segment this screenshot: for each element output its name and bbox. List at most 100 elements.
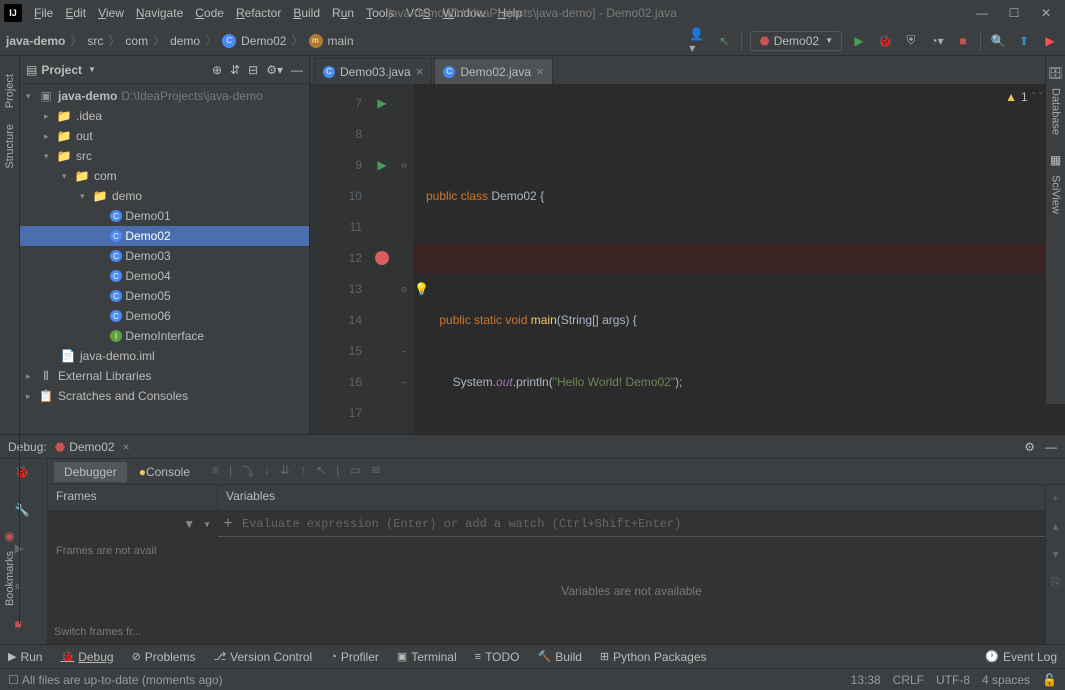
debug-gear-icon[interactable]: ⚙ — [1024, 440, 1035, 454]
pane-dropdown[interactable]: ▼ — [88, 65, 96, 74]
bc-project[interactable]: java-demo — [6, 34, 65, 48]
tool-terminal[interactable]: ▣ Terminal — [397, 650, 457, 664]
db-tool-icon[interactable]: 🗄 — [1048, 66, 1063, 80]
menu-refactor[interactable]: Refactor — [230, 4, 287, 22]
status-bar: ☐ All files are up-to-date (moments ago)… — [0, 668, 1065, 690]
tool-vcs[interactable]: ⎇ Version Control — [213, 650, 312, 664]
status-eol[interactable]: CRLF — [893, 673, 924, 687]
gear-icon[interactable]: ⚙▾ — [266, 63, 283, 77]
gutter-icons[interactable]: ▶ ▶ — [370, 84, 394, 434]
tab-demo02[interactable]: CDemo02.java× — [434, 58, 552, 84]
menu-run[interactable]: Run — [326, 4, 360, 22]
new-watch-icon[interactable]: + — [1052, 491, 1059, 505]
copy-icon[interactable]: ⎘ — [1051, 575, 1061, 590]
tab-demo03[interactable]: CDemo03.java× — [314, 58, 432, 84]
tool-problems[interactable]: ⊘ Problems — [132, 650, 196, 664]
expand-all-icon[interactable]: ⇵ — [230, 63, 240, 77]
stop-button[interactable]: ■ — [954, 32, 972, 50]
code-editor[interactable]: 7891011121314151617 ▶ ▶ ⊖ ⊖ ⌐⌐ 💡 public … — [310, 84, 1065, 434]
debug-hide-icon[interactable]: — — [1045, 440, 1057, 454]
menu-code[interactable]: Code — [189, 4, 230, 22]
run-method-icon[interactable]: ▶ — [370, 150, 394, 181]
app-logo: IJ — [4, 4, 22, 22]
breadcrumb[interactable]: java-demo〉 src〉 com〉 demo〉 CDemo02〉 mmai… — [6, 32, 354, 49]
run-button[interactable]: ▶ — [850, 32, 868, 50]
bc-class[interactable]: Demo02 — [241, 34, 286, 48]
project-tree[interactable]: ▾▣java-demoD:\IdeaProjects\java-demo ▸📁.… — [20, 84, 309, 434]
force-step-icon[interactable]: ⇊ — [280, 463, 290, 480]
frames-dropdown[interactable]: ▼ — [203, 520, 211, 529]
editor-tabs: CDemo03.java× CDemo02.java× ⋮ — [310, 56, 1065, 84]
nav-down-icon[interactable]: ▾ — [1052, 547, 1058, 561]
inspection-indicator[interactable]: ▲1ˆ ˇ — [1005, 90, 1043, 104]
close-icon[interactable]: × — [536, 64, 544, 79]
watch-input[interactable]: Evaluate expression (Enter) or add a wat… — [238, 517, 681, 531]
fold-gutter[interactable]: ⊖ ⊖ ⌐⌐ — [394, 84, 414, 434]
menu-view[interactable]: View — [92, 4, 130, 22]
search-icon[interactable]: 🔍 — [989, 32, 1007, 50]
trace-icon[interactable]: ≋ — [371, 463, 381, 480]
method-icon: m — [309, 34, 323, 48]
step-into-icon[interactable]: ↓ — [264, 463, 270, 480]
step-icon[interactable]: ≡ — [212, 463, 219, 480]
build-icon[interactable]: ↖ — [715, 32, 733, 50]
menu-edit[interactable]: Edit — [59, 4, 92, 22]
add-user-icon[interactable]: 👤▾ — [689, 32, 707, 50]
menu-navigate[interactable]: Navigate — [130, 4, 189, 22]
profile-icon[interactable]: ◔▾ — [928, 32, 946, 50]
bc-sub[interactable]: demo — [170, 34, 200, 48]
tool-structure[interactable]: Structure — [4, 116, 16, 177]
bc-method[interactable]: main — [328, 34, 354, 48]
frames-header: Frames — [48, 485, 217, 511]
close-icon[interactable]: × — [416, 64, 424, 79]
eval-icon[interactable]: ▭ — [349, 463, 360, 480]
ide-icon[interactable]: ▶ — [1041, 32, 1059, 50]
run-config-select[interactable]: ⬣Demo02▼ — [750, 31, 842, 51]
bulb-icon[interactable]: 💡 — [414, 274, 429, 305]
tool-python[interactable]: ⊞ Python Packages — [600, 650, 707, 664]
bookmark-icon[interactable]: ◉ — [4, 529, 14, 543]
sync-icon[interactable]: ⬆ — [1015, 32, 1033, 50]
status-indent[interactable]: 4 spaces — [982, 673, 1030, 687]
step-out-icon[interactable]: ↑ — [300, 463, 306, 480]
code-content[interactable]: 💡 public class Demo02 { public static vo… — [414, 84, 1065, 434]
tool-debug[interactable]: 🐞 Debug — [60, 650, 113, 664]
menu-file[interactable]: File — [28, 4, 59, 22]
add-watch-icon[interactable]: + — [218, 515, 238, 533]
run-class-icon[interactable]: ▶ — [370, 88, 394, 119]
tool-todo[interactable]: ≡ TODO — [475, 650, 520, 664]
tool-database[interactable]: Database — [1050, 80, 1062, 143]
filter-icon[interactable]: ▼ — [183, 517, 195, 531]
minimize-button[interactable]: — — [975, 6, 989, 20]
coverage-icon[interactable]: ⛨ — [902, 32, 920, 50]
tool-sciview[interactable]: SciView — [1050, 167, 1062, 222]
tool-run[interactable]: ▶ Run — [8, 650, 42, 664]
lock-icon[interactable]: 🔓 — [1042, 673, 1057, 687]
tool-bookmarks[interactable]: Bookmarks — [4, 543, 16, 614]
tab-console[interactable]: ●Console — [129, 462, 200, 482]
menu-build[interactable]: Build — [287, 4, 326, 22]
nav-up-icon[interactable]: ▴ — [1052, 519, 1058, 533]
tool-project[interactable]: Project — [4, 66, 16, 116]
frames-panel: Frames ▼▼ Frames are not avail Switch fr… — [48, 485, 218, 644]
tab-debugger[interactable]: Debugger — [54, 462, 127, 482]
debug-config-name[interactable]: Demo02 — [69, 440, 114, 454]
maximize-button[interactable]: ☐ — [1007, 6, 1021, 20]
step-over-icon[interactable]: ⤵ — [242, 463, 254, 480]
status-encoding[interactable]: UTF-8 — [936, 673, 970, 687]
debug-button[interactable]: 🐞 — [876, 32, 894, 50]
breakpoint-icon[interactable] — [370, 243, 394, 277]
close-button[interactable]: ✕ — [1039, 6, 1053, 20]
tool-build[interactable]: 🔨 Build — [538, 650, 582, 664]
tool-profiler[interactable]: ◔ Profiler — [330, 650, 379, 664]
tool-eventlog[interactable]: 🕐 Event Log — [985, 650, 1057, 664]
drop-frame-icon[interactable]: ↖ — [316, 463, 326, 480]
bc-pkg[interactable]: com — [125, 34, 148, 48]
pane-title[interactable]: Project — [41, 63, 82, 77]
bc-src[interactable]: src — [87, 34, 103, 48]
status-icon[interactable]: ☐ — [8, 673, 19, 687]
select-opened-icon[interactable]: ⊕ — [212, 63, 222, 77]
hide-icon[interactable]: — — [291, 63, 303, 77]
sciview-icon[interactable]: ▦ — [1050, 153, 1061, 167]
collapse-all-icon[interactable]: ⊟ — [248, 63, 258, 77]
